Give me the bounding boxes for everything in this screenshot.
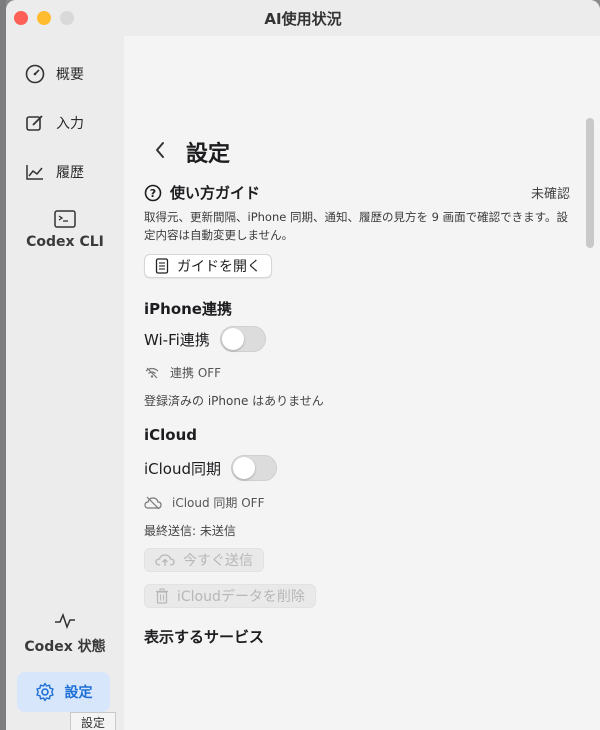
line-chart-icon <box>26 165 43 180</box>
sidebar-item-codex-cli[interactable]: Codex CLI <box>6 210 124 250</box>
edit-icon <box>26 115 43 131</box>
cloud-upload-icon <box>155 554 175 566</box>
window-title: AI使用状況 <box>264 10 342 28</box>
sidebar-item-label: 設定 <box>64 685 93 701</box>
settings-content: 設定 ? 使い方ガイド 未確認 取得元、更新間隔、iPhone 同期、通知、履歴… <box>124 36 600 730</box>
iphone-registration-note: 登録済みの iPhone はありません <box>144 394 324 408</box>
wifi-status-row: 連携 OFF <box>144 364 221 381</box>
guide-row: ? 使い方ガイド 未確認 <box>144 182 570 203</box>
services-section-title: 表示するサービス <box>144 628 265 646</box>
sidebar-item-input[interactable]: 入力 <box>24 112 84 134</box>
icloud-sync-label: iCloud同期 <box>144 459 222 478</box>
gear-icon <box>35 682 54 702</box>
terminal-icon <box>54 210 76 228</box>
wifi-link-row: Wi-Fi連携 <box>144 326 266 352</box>
chevron-left-icon[interactable] <box>154 141 166 159</box>
icloud-sync-toggle[interactable] <box>231 455 278 481</box>
icloud-status-row: iCloud 同期 OFF <box>144 494 265 511</box>
page-title: 設定 <box>186 142 231 167</box>
sidebar-item-history[interactable]: 履歴 <box>24 161 84 183</box>
sidebar-item-label: 入力 <box>56 116 84 132</box>
icloud-section-title: iCloud <box>144 426 198 444</box>
open-guide-label: ガイドを開く <box>177 259 261 275</box>
icloud-status-text: iCloud 同期 OFF <box>172 496 265 510</box>
sidebar-item-overview[interactable]: 概要 <box>24 63 84 85</box>
wifi-link-label: Wi-Fi連携 <box>144 330 210 349</box>
svg-text:?: ? <box>150 187 156 200</box>
wifi-off-icon <box>145 367 159 378</box>
scrollbar[interactable] <box>586 118 594 248</box>
gauge-icon <box>25 64 45 84</box>
tooltip: 設定 <box>70 712 116 730</box>
sidebar-item-label: Codex 状態 <box>24 639 106 655</box>
sidebar-item-label: Codex CLI <box>26 234 104 250</box>
sidebar: 概要 入力 履歴 Codex CLI Codex 状態 設定 <box>6 36 124 730</box>
sidebar-item-settings[interactable]: 設定 <box>17 672 110 712</box>
send-now-button[interactable]: 今すぐ送信 <box>144 548 264 572</box>
delete-icloud-data-label: iCloudデータを削除 <box>177 589 305 605</box>
delete-icloud-data-button[interactable]: iCloudデータを削除 <box>144 584 316 608</box>
document-icon <box>155 258 169 274</box>
open-guide-button[interactable]: ガイドを開く <box>144 254 272 278</box>
title-bar: AI使用状況 <box>6 0 600 37</box>
cloud-off-icon <box>144 496 162 509</box>
guide-status: 未確認 <box>530 187 570 202</box>
iphone-section-title: iPhone連携 <box>144 300 232 318</box>
send-now-label: 今すぐ送信 <box>183 553 253 569</box>
wifi-link-toggle[interactable] <box>219 326 266 352</box>
wifi-status-text: 連携 OFF <box>170 366 222 380</box>
guide-title: 使い方ガイド <box>170 184 261 202</box>
sidebar-item-label: 概要 <box>56 67 84 83</box>
icloud-sync-row: iCloud同期 <box>144 455 278 481</box>
pulse-icon <box>55 612 75 630</box>
sidebar-item-codex-status[interactable]: Codex 状態 <box>6 612 124 656</box>
sidebar-item-label: 履歴 <box>56 165 84 181</box>
trash-icon <box>156 588 168 604</box>
app-window: AI使用状況 概要 入力 履歴 Codex CLI Codex 状態 設定 設定… <box>6 0 600 730</box>
guide-description: 取得元、更新間隔、iPhone 同期、通知、履歴の見方を 9 画面で確認できます… <box>144 210 568 242</box>
question-icon: ? <box>144 184 162 201</box>
last-sent-text: 最終送信: 未送信 <box>144 524 236 538</box>
